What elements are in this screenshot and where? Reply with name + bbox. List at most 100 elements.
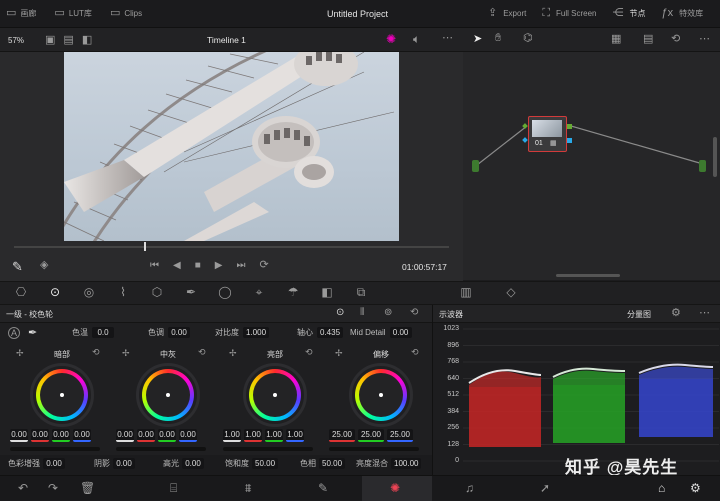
scope-mode-select[interactable]: 分量图	[627, 309, 651, 320]
audio-icon[interactable]: 🔈︎	[413, 33, 420, 45]
hue-field[interactable]: 50.00	[319, 458, 346, 469]
color-wheel[interactable]	[349, 363, 413, 427]
camera-raw-icon[interactable]: ⎔	[12, 286, 30, 298]
saturation-field[interactable]: 50.00	[252, 458, 279, 469]
wheel-reset-icon[interactable]: ⟲	[92, 348, 100, 357]
single-viewer-icon[interactable]: ▣	[45, 35, 55, 46]
redo-icon[interactable]: ↷	[48, 482, 58, 494]
wheels-mode-icon[interactable]: ⊙	[336, 308, 344, 318]
node-graph-icon[interactable]: ⌬	[523, 33, 533, 44]
channel-value[interactable]: 0.00	[10, 429, 28, 442]
color-warper-icon[interactable]: ⬡	[148, 286, 166, 298]
tracker-icon[interactable]: ⌖	[250, 286, 268, 298]
cut-page-icon[interactable]: ⩩	[245, 482, 251, 494]
home-icon[interactable]: ⌂	[658, 482, 665, 494]
wheel-reset-icon[interactable]: ⟲	[198, 348, 206, 357]
master-wheel-slider[interactable]	[329, 447, 419, 451]
more-options-icon[interactable]: ⋯	[699, 308, 710, 319]
temp-field[interactable]: 0.0	[92, 327, 114, 338]
skip-back-icon[interactable]: ⏮	[150, 260, 159, 271]
channel-value[interactable]: 0.00	[137, 429, 155, 442]
playhead[interactable]	[144, 242, 146, 251]
hdr-icon[interactable]: ◎	[80, 286, 98, 298]
gallery-still-icon[interactable]: ▦	[611, 34, 621, 45]
reset-all-icon[interactable]: ⟲	[410, 308, 418, 318]
channel-value[interactable]: 0.00	[179, 429, 197, 442]
node-scrollbar[interactable]	[713, 137, 717, 177]
channel-value[interactable]: 0.00	[52, 429, 70, 442]
pivot-field[interactable]: 0.435	[317, 327, 344, 338]
mid-detail-field[interactable]: 0.00	[389, 327, 412, 338]
scopes-icon[interactable]: ▥	[446, 286, 486, 298]
nodes-button[interactable]: ⋲ 节点	[613, 8, 646, 19]
skip-forward-icon[interactable]: ⏭	[236, 260, 245, 271]
undo-icon[interactable]: ↶	[18, 482, 28, 494]
fullscreen-button[interactable]: ⛶ Full Screen	[542, 8, 596, 19]
wheel-reset-icon[interactable]: ⟲	[411, 348, 419, 357]
color-picker-icon[interactable]: ✺	[386, 33, 396, 45]
split-viewer-icon[interactable]: ▤	[63, 35, 73, 46]
channel-value[interactable]: 25.00	[329, 429, 355, 442]
master-wheel-slider[interactable]	[116, 447, 206, 451]
key-icon[interactable]: ◧	[318, 286, 336, 298]
play-icon[interactable]: ▶	[215, 260, 223, 271]
channel-value[interactable]: 0.00	[116, 429, 134, 442]
node-01[interactable]: 01 ▦	[528, 116, 567, 152]
stop-icon[interactable]: ■	[195, 260, 201, 271]
scope-settings-icon[interactable]: ⚙︎	[671, 308, 681, 319]
wheel-reset-icon[interactable]: ⟲	[305, 348, 313, 357]
layers-icon[interactable]: ◈	[40, 260, 48, 271]
qualifier-icon[interactable]: ✒	[182, 286, 200, 298]
curves-icon[interactable]: ⌇	[114, 286, 132, 298]
node-hscroll[interactable]	[556, 274, 620, 277]
play-reverse-icon[interactable]: ◀	[173, 260, 181, 271]
eyedropper-icon[interactable]: ✎	[12, 260, 23, 273]
loop-icon[interactable]: ⟳	[259, 260, 268, 271]
reset-icon[interactable]: ⟲	[671, 34, 680, 45]
highlights-field[interactable]: 0.00	[182, 458, 204, 469]
log-mode-icon[interactable]: ⊚	[384, 308, 392, 318]
master-wheel-slider[interactable]	[10, 447, 100, 451]
edit-page-icon[interactable]: ✎	[318, 482, 328, 494]
sizing-icon[interactable]: ⧉	[352, 286, 370, 298]
channel-value[interactable]: 1.00	[244, 429, 262, 442]
gallery-button[interactable]: ▭ 画廊	[6, 8, 36, 19]
master-wheel-slider[interactable]	[223, 447, 313, 451]
auto-balance-icon[interactable]: A	[8, 327, 20, 339]
channel-value[interactable]: 0.00	[31, 429, 49, 442]
deliver-page-icon[interactable]: ➚	[540, 482, 550, 494]
fairlight-page-icon[interactable]: ♫	[465, 482, 474, 494]
color-boost-field[interactable]: 0.00	[43, 458, 65, 469]
wheel-puck[interactable]	[60, 393, 64, 397]
hand-icon[interactable]: ✋︎	[495, 33, 501, 44]
lut-button[interactable]: ▭ LUT库	[54, 8, 92, 19]
color-wheel-icon[interactable]: ⊙	[46, 286, 64, 298]
delete-icon[interactable]: 🗑︎	[80, 482, 95, 494]
channel-value[interactable]: 25.00	[358, 429, 384, 442]
clip-info-icon[interactable]: ▤	[643, 34, 653, 45]
contrast-field[interactable]: 1.000	[243, 327, 270, 338]
blur-icon[interactable]: ☂	[284, 286, 302, 298]
side-by-side-icon[interactable]: ◧	[82, 35, 92, 46]
color-wheel[interactable]	[136, 363, 200, 427]
channel-value[interactable]: 1.00	[286, 429, 304, 442]
shadows-field[interactable]: 0.00	[113, 458, 135, 469]
input-port[interactable]	[472, 160, 479, 172]
lum-mix-field[interactable]: 100.00	[391, 458, 422, 469]
window-icon[interactable]: ◯	[216, 286, 234, 298]
timeline-name[interactable]: Timeline 1	[207, 35, 246, 45]
more-options-icon[interactable]: ⋯	[442, 33, 453, 44]
color-wheel[interactable]	[243, 363, 307, 427]
export-button[interactable]: ⇪ Export	[488, 8, 526, 19]
bars-mode-icon[interactable]: ⦀	[360, 308, 364, 318]
pointer-icon[interactable]: ➤	[473, 34, 482, 45]
wheel-puck[interactable]	[379, 393, 383, 397]
fx-button[interactable]: ƒx 特效库	[662, 8, 704, 19]
color-wheel[interactable]	[30, 363, 94, 427]
output-port[interactable]	[699, 160, 706, 172]
channel-value[interactable]: 1.00	[223, 429, 241, 442]
channel-value[interactable]: 0.00	[158, 429, 176, 442]
picker-icon[interactable]: ✒	[28, 328, 37, 339]
zoom-level[interactable]: 57%	[8, 36, 24, 45]
channel-value[interactable]: 0.00	[73, 429, 91, 442]
